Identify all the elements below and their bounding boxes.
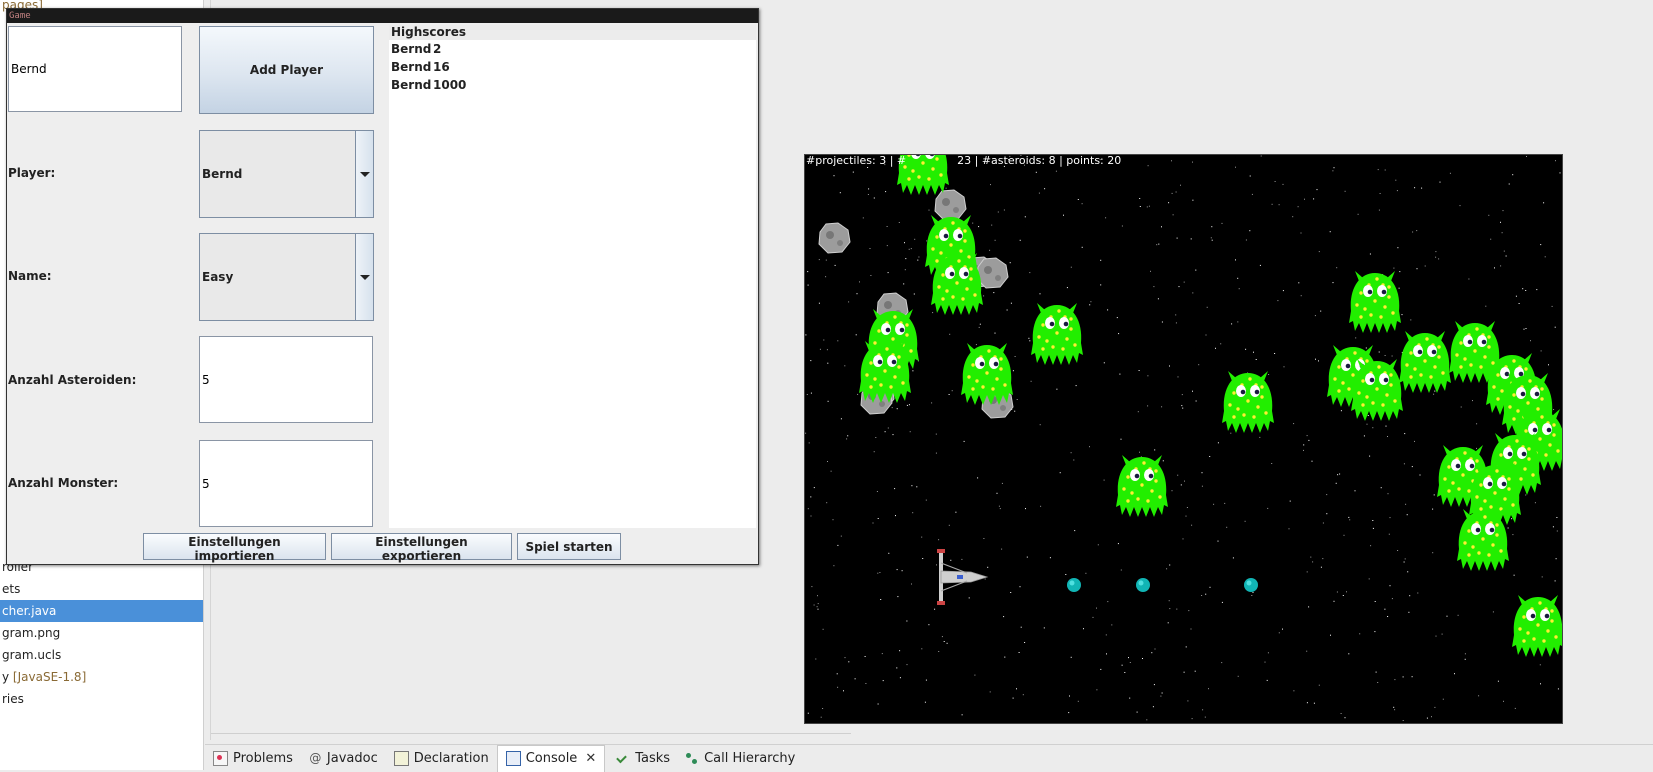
monster-count-label: Anzahl Monster: [8,476,118,490]
window-title: Game [7,9,758,23]
highscore-score: 2 [433,40,441,58]
projectile-icon [1244,578,1258,592]
export-settings-button[interactable]: Einstellungen exportieren [331,533,512,560]
game-settings-window: Game Add Player Player: Bernd Name: Easy… [6,8,759,565]
asteroids-count-input[interactable] [199,336,373,423]
chevron-down-icon[interactable] [356,234,373,320]
highscore-name: Bernd [391,58,433,76]
asteroid-icon [977,258,1008,288]
tree-item[interactable]: cher.java [0,600,203,622]
player-select-value: Bernd [200,131,356,217]
difficulty-select-value: Easy [200,234,356,320]
close-icon[interactable]: ✕ [585,751,596,766]
tab-tasks[interactable]: Tasks [605,745,678,771]
tree-item-label: ries [2,692,24,706]
chevron-down-icon[interactable] [356,131,373,217]
tree-item[interactable]: y [JavaSE-1.8] [0,666,86,688]
highscore-score: 1000 [433,76,466,94]
tab-javadoc[interactable]: @ Javadoc [301,745,386,771]
tab-label: Problems [233,751,293,766]
tab-label: Declaration [414,751,489,766]
javadoc-icon: @ [309,752,322,765]
game-hud: #projectiles: 3 | # 23 | #asteroids: 8 | … [806,154,1121,167]
monster-icon [1222,371,1274,433]
tab-label: Console [526,751,578,766]
player-label: Player: [8,166,55,180]
tree-item-label: y [2,670,13,684]
tab-problems[interactable]: Problems [205,745,301,771]
asteroid-icon [819,223,850,253]
tab-label: Javadoc [327,751,378,766]
highscore-row[interactable]: Bernd16 [389,58,756,76]
player-select[interactable]: Bernd [199,130,374,218]
asteroid-icon [935,190,966,220]
tab-console[interactable]: Console ✕ [497,745,606,772]
tab-label: Tasks [635,751,670,766]
highscores-panel: Highscores Bernd2 Bernd16 Bernd1000 [389,25,756,528]
highscore-row[interactable]: Bernd2 [389,40,756,58]
import-settings-button[interactable]: Einstellungen importieren [143,533,326,560]
starfield [805,155,1563,724]
tree-item-label: gram.png [2,626,60,640]
game-canvas[interactable]: #projectiles: 3 | # 23 | #asteroids: 8 | … [804,154,1563,724]
monster-count-input[interactable] [199,440,373,527]
monster-icon [1031,303,1083,365]
tree-item-label: ets [2,582,20,596]
tab-call-hierarchy[interactable]: Call Hierarchy [678,745,803,771]
tree-item[interactable]: gram.ucls [0,644,61,666]
player-name-input[interactable] [8,26,182,112]
add-player-button[interactable]: Add Player [199,26,374,114]
console-icon [506,751,521,766]
tab-declaration[interactable]: Declaration [386,745,497,771]
highscore-name: Bernd [391,76,433,94]
highscore-score: 16 [433,58,450,76]
difficulty-select[interactable]: Easy [199,233,374,321]
monster-icon [1399,331,1451,393]
difficulty-label: Name: [8,269,52,283]
tree-item[interactable]: gram.png [0,622,60,644]
highscores-header: Highscores [389,25,756,40]
highscore-row[interactable]: Bernd1000 [389,76,756,94]
spaceship-icon [937,549,987,605]
tree-item-label: cher.java [2,604,56,618]
bottom-view-tabs: Problems @ Javadoc Declaration Console ✕ Tasks… [205,744,1653,771]
call-hierarchy-icon [686,752,699,765]
tree-item-jre-label: [JavaSE-1.8] [13,670,86,684]
tree-item[interactable]: ries [0,688,24,710]
tasks-icon [616,753,627,764]
monster-icon [1349,271,1401,333]
asteroids-count-label: Anzahl Asteroiden: [8,373,136,387]
projectile-icon [1067,578,1081,592]
start-game-button[interactable]: Spiel starten [517,533,621,560]
projectile-icon [1136,578,1150,592]
monster-icon [1512,595,1563,657]
monster-icon [1116,455,1168,517]
hud-stats: 23 | #asteroids: 8 | points: 20 [957,154,1121,167]
declaration-icon [394,751,409,766]
tab-label: Call Hierarchy [704,751,795,766]
problems-icon [213,751,228,766]
game-scene [805,155,1563,724]
hud-projectiles: #projectiles: 3 | # [806,154,906,167]
tree-item-label: gram.ucls [2,648,61,662]
highscore-name: Bernd [391,40,433,58]
tree-item[interactable]: ets [0,578,20,600]
